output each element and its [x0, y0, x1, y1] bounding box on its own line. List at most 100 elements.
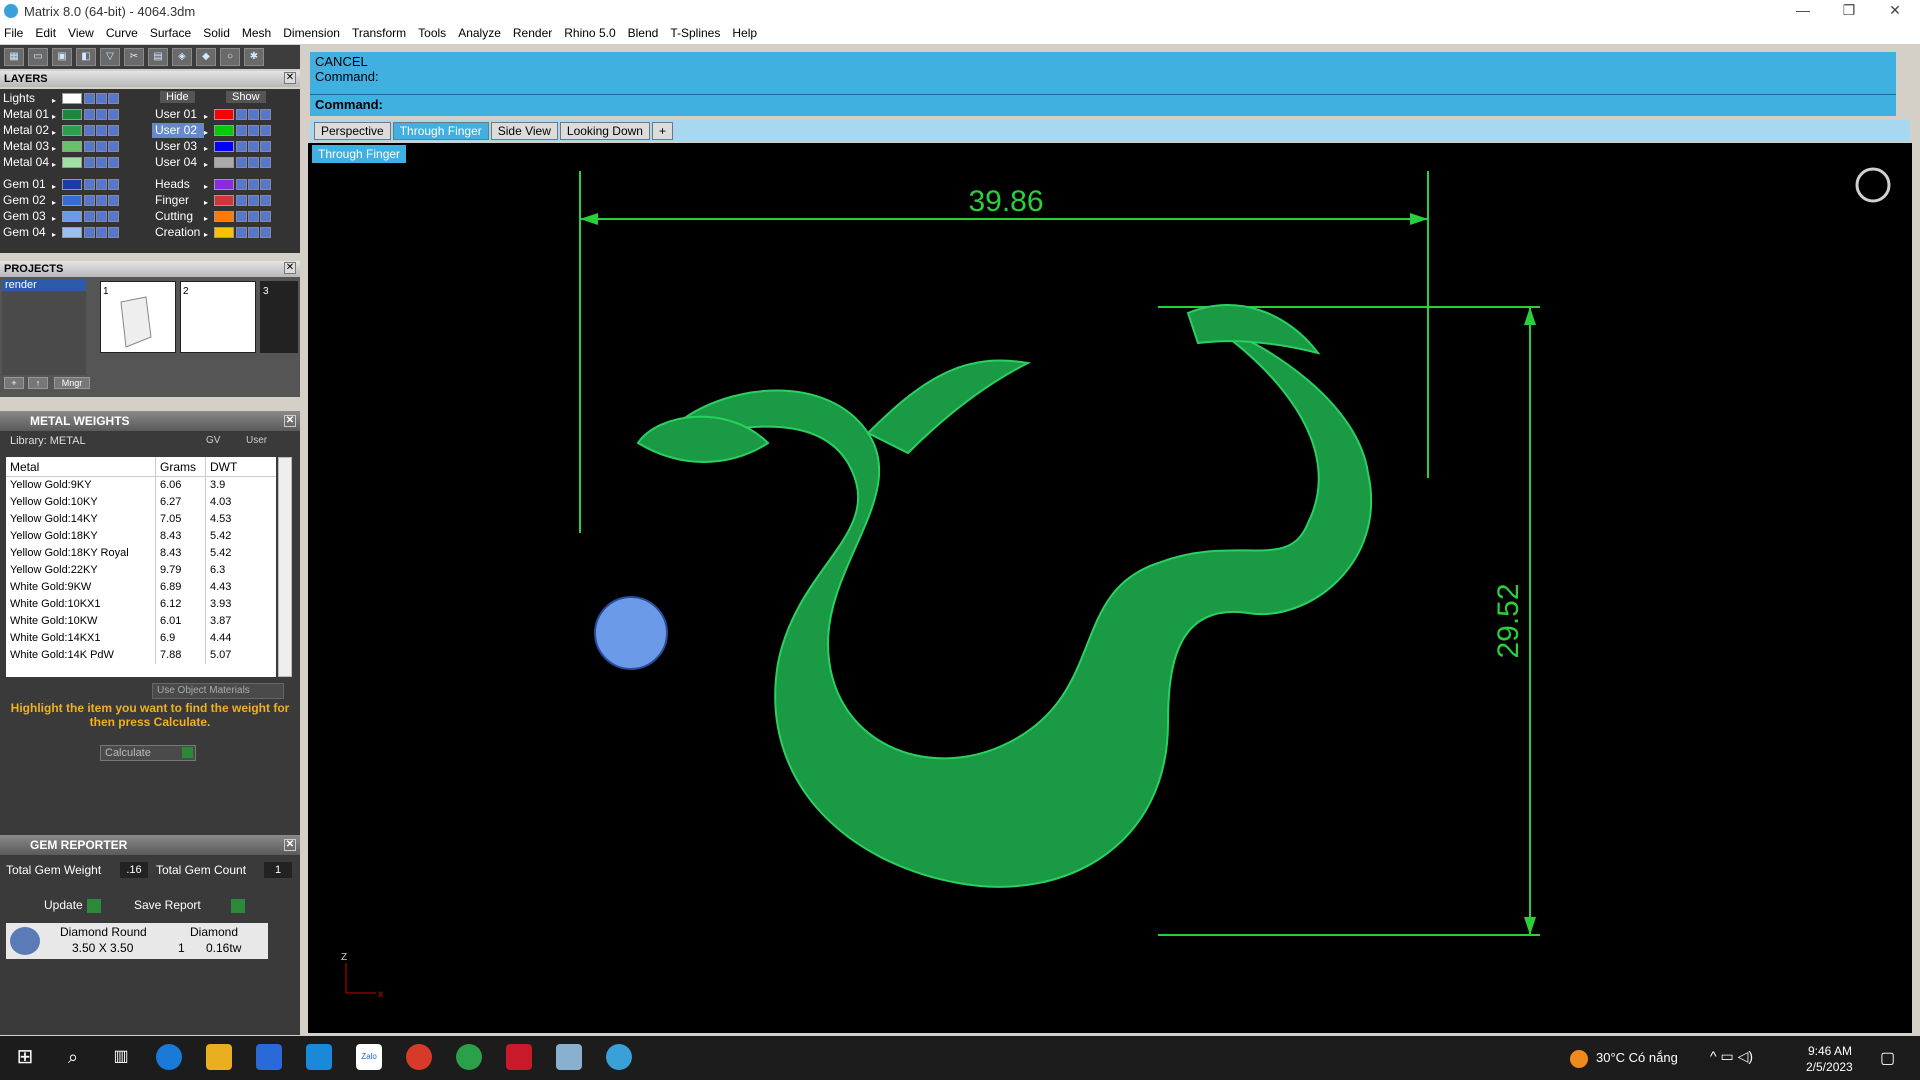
layer-color-swatch[interactable] — [214, 125, 234, 136]
layer-color-swatch[interactable] — [214, 227, 234, 238]
layer-name[interactable]: Creation — [152, 225, 204, 240]
visibility-icon[interactable] — [96, 227, 107, 238]
lock-icon[interactable] — [236, 211, 247, 222]
menu-analyze[interactable]: Analyze — [458, 26, 501, 40]
lock-icon[interactable] — [84, 227, 95, 238]
menu-mesh[interactable]: Mesh — [242, 26, 271, 40]
app-icon[interactable] — [556, 1044, 582, 1070]
visibility-icon[interactable] — [248, 109, 259, 120]
select-icon[interactable] — [108, 109, 119, 120]
menu-rhino[interactable]: Rhino 5.0 — [564, 26, 615, 40]
select-icon[interactable] — [108, 141, 119, 152]
filter-tool-icon[interactable]: ▽ — [100, 48, 120, 66]
visibility-icon[interactable] — [96, 157, 107, 168]
layer-color-swatch[interactable] — [62, 211, 82, 222]
use-object-materials-checkbox[interactable]: Use Object Materials — [152, 683, 284, 699]
gem-row[interactable]: Diamond Round 3.50 X 3.50 Diamond 1 0.16… — [6, 923, 268, 959]
scrollbar[interactable] — [278, 457, 292, 677]
tab-perspective[interactable]: Perspective — [314, 122, 391, 140]
visibility-icon[interactable] — [248, 179, 259, 190]
layer-row[interactable]: Metal 01 ▸ — [0, 107, 120, 122]
notification-icon[interactable]: ▢ — [1880, 1048, 1895, 1068]
gem-tool-icon[interactable]: ◆ — [196, 48, 216, 66]
viewport[interactable]: Through Finger 39.86 29.52 Z x — [308, 143, 1912, 1033]
lock-icon[interactable] — [84, 125, 95, 136]
layer-row[interactable]: Gem 02 ▸ — [0, 193, 120, 208]
add-project-button[interactable]: + — [4, 377, 24, 389]
lock-icon[interactable] — [84, 93, 95, 104]
chrome-profile-icon[interactable] — [456, 1044, 482, 1070]
project-thumbnail[interactable]: 2 — [180, 281, 256, 353]
layer-row[interactable]: Gem 03 ▸ — [0, 209, 120, 224]
list-item[interactable]: render — [2, 279, 86, 291]
system-tray-icons[interactable]: ^ ▭ ◁) — [1710, 1048, 1753, 1065]
select-icon[interactable] — [108, 227, 119, 238]
layer-color-swatch[interactable] — [62, 227, 82, 238]
layer-expand-icon[interactable]: ▸ — [204, 125, 214, 137]
zalo-icon[interactable]: Zalo — [356, 1044, 382, 1070]
menu-blend[interactable]: Blend — [628, 26, 659, 40]
layer-expand-icon[interactable]: ▸ — [52, 125, 62, 137]
layer-name[interactable]: Metal 02 — [0, 123, 52, 138]
add-tab-button[interactable]: + — [651, 122, 673, 140]
visibility-icon[interactable] — [248, 141, 259, 152]
print-tool-icon[interactable]: ▤ — [148, 48, 168, 66]
table-row[interactable]: Yellow Gold:10KY 6.27 4.03 — [6, 494, 276, 511]
visibility-icon[interactable] — [96, 125, 107, 136]
select-icon[interactable] — [260, 125, 271, 136]
render-tool-icon[interactable]: ◈ — [172, 48, 192, 66]
store-icon[interactable] — [256, 1044, 282, 1070]
layer-row[interactable]: User 01 ▸ — [152, 107, 272, 122]
file-explorer-icon[interactable] — [206, 1044, 232, 1070]
table-row[interactable]: White Gold:9KW 6.89 4.43 — [6, 579, 276, 596]
close-icon[interactable]: ✕ — [284, 72, 296, 84]
layer-color-swatch[interactable] — [214, 179, 234, 190]
select-icon[interactable] — [260, 227, 271, 238]
layer-expand-icon[interactable]: ▸ — [204, 109, 214, 121]
app-icon[interactable] — [506, 1044, 532, 1070]
menu-tools[interactable]: Tools — [418, 26, 446, 40]
maximize-button[interactable]: ❐ — [1826, 0, 1872, 22]
select-icon[interactable] — [108, 125, 119, 136]
table-row[interactable]: Yellow Gold:18KY Royal 8.43 5.42 — [6, 545, 276, 562]
table-row[interactable]: White Gold:10KW 6.01 3.87 — [6, 613, 276, 630]
menu-surface[interactable]: Surface — [150, 26, 191, 40]
table-row[interactable]: White Gold:10KX1 6.12 3.93 — [6, 596, 276, 613]
layer-name[interactable]: Cutting — [152, 209, 204, 224]
layer-name[interactable]: Metal 01 — [0, 107, 52, 122]
lock-icon[interactable] — [84, 109, 95, 120]
lock-icon[interactable] — [236, 141, 247, 152]
lock-icon[interactable] — [236, 109, 247, 120]
select-icon[interactable] — [260, 109, 271, 120]
close-icon[interactable]: ✕ — [284, 415, 296, 427]
layer-expand-icon[interactable]: ▸ — [204, 211, 214, 223]
menu-dimension[interactable]: Dimension — [283, 26, 340, 40]
layer-row[interactable]: User 02 ▸ — [152, 123, 272, 138]
layer-expand-icon[interactable]: ▸ — [52, 109, 62, 121]
settings-tool-icon[interactable]: ✱ — [244, 48, 264, 66]
menu-edit[interactable]: Edit — [35, 26, 56, 40]
visibility-icon[interactable] — [248, 227, 259, 238]
command-input[interactable]: Command: — [310, 94, 1896, 114]
save-tool-icon[interactable]: ▭ — [28, 48, 48, 66]
menu-transform[interactable]: Transform — [352, 26, 406, 40]
select-icon[interactable] — [260, 157, 271, 168]
layer-name[interactable]: Lights — [0, 91, 52, 106]
visibility-icon[interactable] — [248, 157, 259, 168]
layer-row[interactable]: Cutting ▸ — [152, 209, 272, 224]
layer-color-swatch[interactable] — [62, 179, 82, 190]
cylinder-tool-icon[interactable]: ◧ — [76, 48, 96, 66]
task-view-icon[interactable]: ▥ — [108, 1044, 134, 1070]
lock-icon[interactable] — [236, 125, 247, 136]
lock-icon[interactable] — [84, 157, 95, 168]
layer-name[interactable]: User 04 — [152, 155, 204, 170]
table-row[interactable]: White Gold:14K PdW 7.88 5.07 — [6, 647, 276, 664]
layer-row[interactable]: Metal 03 ▸ — [0, 139, 120, 154]
layer-name[interactable]: User 01 — [152, 107, 204, 122]
layer-name[interactable]: Gem 03 — [0, 209, 52, 224]
manager-button[interactable]: Mngr — [54, 377, 90, 389]
lock-icon[interactable] — [84, 195, 95, 206]
lock-icon[interactable] — [236, 195, 247, 206]
scissors-tool-icon[interactable]: ✂ — [124, 48, 144, 66]
layer-color-swatch[interactable] — [214, 211, 234, 222]
